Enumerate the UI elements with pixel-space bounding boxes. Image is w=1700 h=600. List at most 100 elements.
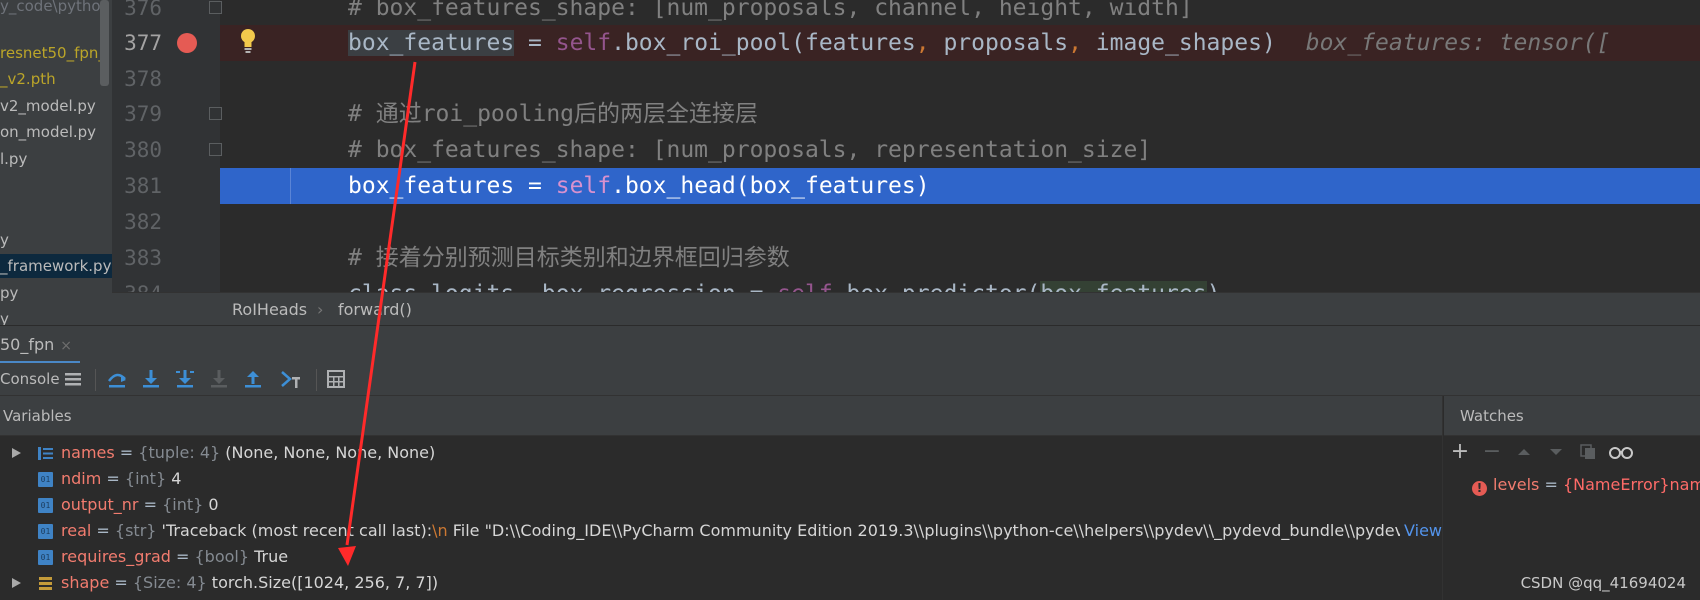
list-icon — [38, 447, 53, 460]
variable-name: real — [61, 521, 92, 540]
variable-value-continued: File "D:\\Coding_IDE\\PyCharm Community … — [447, 521, 1438, 540]
fold-marker-icon[interactable] — [209, 107, 222, 120]
show-frames-icon[interactable] — [62, 368, 84, 390]
code-token-comma: , — [915, 30, 944, 56]
line-number: 383 — [124, 246, 162, 270]
variable-row[interactable]: names = {tuple: 4} (None, None, None, No… — [0, 440, 1442, 466]
variable-value: True — [249, 547, 289, 566]
primitive-icon: 01 — [38, 498, 53, 513]
code-line-379: 379 # 通过roi_pooling后的两层全连接层 — [0, 96, 1700, 132]
breadcrumb-class[interactable]: RoIHeads — [232, 293, 307, 326]
code-line-383: 383 # 接着分别预测目标类别和边界框回归参数 — [0, 240, 1700, 276]
code-token-variable: class_logits — [348, 281, 514, 292]
code-token-comma: , — [514, 281, 542, 292]
force-step-into-icon[interactable] — [208, 368, 230, 390]
code-comment: # box_features_shape: [num_proposals, re… — [348, 137, 1152, 163]
variable-row[interactable]: shape = {Size: 4} torch.Size([1024, 256,… — [0, 570, 1442, 596]
watches-pane: Watches + − ! levels = {NameError}name — [1444, 396, 1700, 600]
watch-eq: = — [1539, 475, 1563, 494]
code-comment: # 通过roi_pooling后的两层全连接层 — [348, 101, 759, 127]
variable-value: 4 — [166, 469, 182, 488]
tab-label: 50_fpn — [0, 335, 55, 354]
view-link[interactable]: View — [1400, 518, 1442, 544]
code-line-376: 376 # box_features_shape: [num_proposals… — [0, 0, 1700, 26]
glasses-icon[interactable] — [1608, 442, 1634, 462]
toolbar-divider — [95, 369, 96, 391]
code-token-arg: image_shapes) — [1095, 30, 1276, 56]
move-up-icon[interactable] — [1514, 442, 1534, 462]
add-watch-icon[interactable]: + — [1450, 441, 1470, 463]
step-over-icon[interactable] — [106, 368, 128, 390]
code-line-384: 384 class_logits, box_regression = self.… — [0, 276, 1700, 292]
code-token-self: self — [555, 173, 612, 199]
line-number: 377 — [124, 31, 162, 55]
tab-console[interactable]: Console — [0, 363, 60, 396]
line-number: 376 — [124, 0, 162, 20]
variables-header: Variables — [0, 396, 1442, 436]
breakpoint-icon[interactable] — [177, 33, 197, 53]
remove-watch-icon[interactable]: − — [1482, 441, 1502, 463]
code-token-op: = — [514, 30, 556, 56]
debug-tab-bar: 50_fpn × — [0, 325, 1700, 364]
field-icon — [39, 577, 52, 590]
evaluate-expression-icon[interactable] — [325, 368, 347, 390]
code-comment: # box_features_shape: [num_proposals, ch… — [348, 0, 1193, 21]
breadcrumb: RoIHeads › forward() — [112, 292, 1700, 325]
code-token-self: self — [777, 281, 832, 292]
expand-arrow-icon[interactable] — [12, 440, 24, 466]
variable-row[interactable]: 01 requires_grad = {bool} True — [0, 544, 1442, 570]
watch-name: levels — [1493, 475, 1540, 494]
expand-arrow-icon[interactable] — [12, 570, 24, 596]
move-down-icon[interactable] — [1546, 442, 1566, 462]
code-token-variable: box_regression = — [542, 281, 777, 292]
variable-type: {tuple: 4} — [138, 443, 221, 462]
variable-eq: = — [109, 573, 133, 592]
watches-header: Watches — [1444, 396, 1700, 436]
fold-marker-icon[interactable] — [209, 143, 222, 156]
variable-name: names — [61, 443, 115, 462]
run-to-cursor-icon[interactable] — [280, 368, 302, 390]
variable-row[interactable]: 01 output_nr = {int} 0 — [0, 492, 1442, 518]
variable-eq: = — [170, 547, 195, 566]
variable-value: 0 — [203, 495, 219, 514]
code-token-call: .box_head(box_features) — [611, 173, 930, 199]
fold-marker-icon[interactable] — [209, 1, 222, 14]
code-token-arg: proposals — [943, 30, 1069, 56]
watches-title: Watches — [1460, 407, 1524, 425]
line-number: 378 — [124, 67, 162, 91]
variable-name: output_nr — [61, 495, 139, 514]
variable-type: {str} — [114, 521, 157, 540]
code-token-self: self — [555, 30, 612, 56]
watch-row[interactable]: ! levels = {NameError}name — [1472, 472, 1700, 498]
code-token-variable: box_features — [348, 173, 515, 199]
lightbulb-icon[interactable] — [238, 27, 258, 55]
tab-debug-session[interactable]: 50_fpn × — [0, 326, 81, 364]
breadcrumb-method[interactable]: forward() — [338, 293, 412, 326]
variable-row[interactable]: 01 real = {str} 'Traceback (most recent … — [0, 518, 1442, 544]
variable-value: torch.Size([1024, 256, 7, 7]) — [206, 573, 439, 592]
indent-guide — [290, 168, 291, 204]
code-line-380: 380 # box_features_shape: [num_proposals… — [0, 132, 1700, 168]
variable-eq: = — [101, 469, 125, 488]
line-number: 380 — [124, 138, 162, 162]
step-into-icon[interactable] — [140, 368, 162, 390]
variable-name: requires_grad — [61, 547, 171, 566]
primitive-icon: 01 — [38, 472, 53, 487]
copy-watch-icon[interactable] — [1578, 442, 1598, 462]
line-number: 382 — [124, 210, 162, 234]
watermark: CSDN @qq_41694024 — [1520, 574, 1686, 592]
variable-type: {int} — [162, 495, 204, 514]
code-line-381: 381 box_features = self.box_head(box_fea… — [0, 168, 1700, 204]
step-into-my-code-icon[interactable] — [174, 368, 196, 390]
close-icon[interactable]: × — [60, 338, 72, 354]
variable-type: {bool} — [194, 547, 250, 566]
variable-type: {Size: 4} — [132, 573, 207, 592]
step-out-icon[interactable] — [242, 368, 264, 390]
code-token-paren: ) — [1207, 281, 1221, 292]
variable-row[interactable]: 01 ndim = {int} 4 — [0, 466, 1442, 492]
line-number: 379 — [124, 102, 162, 126]
variable-eq: = — [114, 443, 139, 462]
code-token-variable: box_features — [348, 30, 515, 56]
variable-value: (None, None, None, None) — [220, 443, 436, 462]
tree-item[interactable]: y — [0, 307, 9, 325]
